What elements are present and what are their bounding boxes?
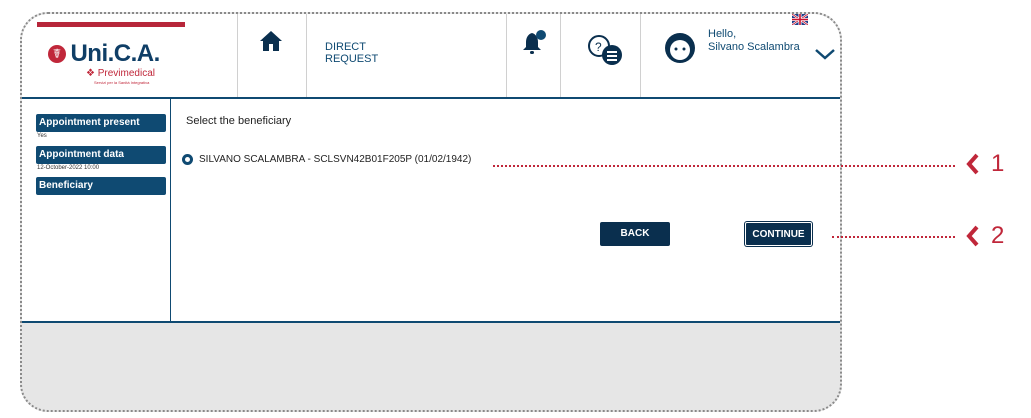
step-beneficiary[interactable]: Beneficiary	[36, 177, 166, 195]
bell-icon	[523, 30, 546, 54]
chat-icon: ?	[588, 35, 622, 65]
logo-text: Uni.C.A.	[70, 40, 160, 67]
direct-request-link[interactable]: DIRECT REQUEST	[325, 41, 378, 65]
callout-leader-1	[493, 165, 955, 167]
help-chat-button[interactable]: ?	[570, 14, 640, 97]
back-button[interactable]: BACK	[600, 222, 670, 246]
callout-number-2: 2	[991, 222, 1005, 249]
content-panel: Appointment present Yes Appointment data…	[22, 99, 840, 323]
header-divider	[306, 14, 307, 97]
svg-text:?: ?	[595, 40, 602, 54]
previmedical-icon: ❖	[86, 68, 95, 79]
logo-subtitle: ❖ Previmedical	[86, 68, 155, 79]
chevron-down-icon[interactable]	[814, 48, 836, 60]
callout-chevron-1-icon	[966, 153, 979, 175]
step-appointment-data[interactable]: Appointment data	[36, 146, 166, 164]
uk-flag-icon[interactable]	[792, 14, 808, 25]
beneficiary-label: SILVANO SCALAMBRA - SCLSVN42B01F205P (01…	[199, 154, 472, 165]
user-menu[interactable]: Hello, Silvano Scalambra	[662, 26, 840, 86]
steps-sidebar: Appointment present Yes Appointment data…	[34, 99, 171, 321]
step-appointment-present-value: Yes	[37, 133, 47, 139]
app-header: ☤ Uni.C.A. ❖ Previmedical Servizi per la…	[22, 14, 840, 99]
callout-leader-2	[832, 236, 955, 238]
logo-tagline: Servizi per la Sanità Integrativa	[94, 80, 150, 85]
callout-chevron-2-icon	[966, 225, 979, 247]
brand-stripe	[37, 22, 185, 27]
header-divider	[560, 14, 561, 97]
user-name: Silvano Scalambra	[708, 41, 800, 53]
callout-number-1: 1	[991, 150, 1005, 177]
beneficiary-radio[interactable]	[182, 154, 193, 165]
unica-logo[interactable]: ☤ Uni.C.A. ❖ Previmedical Servizi per la…	[48, 40, 160, 85]
home-icon	[260, 31, 282, 51]
notifications-button[interactable]	[506, 14, 560, 97]
caduceus-icon: ☤	[48, 45, 66, 63]
header-divider	[640, 14, 641, 97]
user-greeting: Hello, Silvano Scalambra	[708, 28, 800, 53]
step-appointment-present[interactable]: Appointment present	[36, 114, 166, 132]
device-frame: ☤ Uni.C.A. ❖ Previmedical Servizi per la…	[20, 12, 842, 412]
user-avatar-icon	[665, 33, 695, 63]
home-button[interactable]	[237, 14, 306, 97]
step-appointment-data-value: 12-October-2022 10:00	[37, 165, 100, 171]
page-title: Select the beneficiary	[186, 115, 292, 127]
continue-button[interactable]: CONTINUE	[745, 222, 812, 246]
